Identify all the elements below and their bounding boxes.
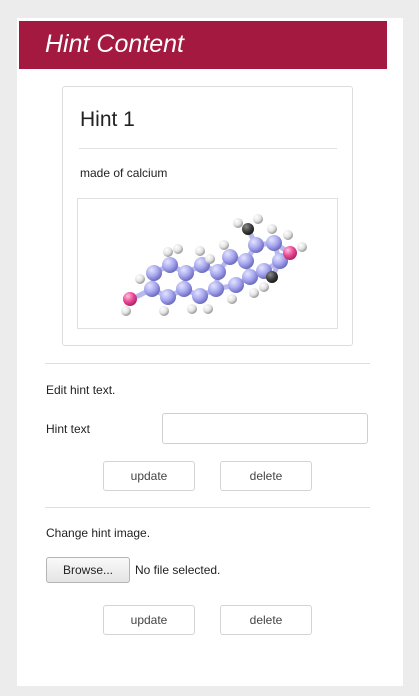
- header-bar: Hint Content: [19, 21, 387, 69]
- hint-text-input[interactable]: [162, 413, 368, 444]
- page-title: Hint Content: [45, 30, 184, 58]
- hint-image: [77, 198, 338, 329]
- molecule-image: [121, 214, 307, 316]
- browse-button[interactable]: Browse...: [46, 557, 130, 583]
- update-image-button[interactable]: update: [103, 605, 195, 635]
- edit-hint-text-heading: Edit hint text.: [46, 383, 116, 397]
- hint-divider: [79, 148, 337, 149]
- hint-title: Hint 1: [80, 108, 135, 131]
- hint-text: made of calcium: [80, 166, 168, 180]
- file-status-text: No file selected.: [135, 563, 221, 577]
- delete-text-button[interactable]: delete: [220, 461, 312, 491]
- update-text-button[interactable]: update: [103, 461, 195, 491]
- section-divider: [45, 363, 370, 364]
- hint-text-label: Hint text: [46, 422, 91, 436]
- delete-image-button[interactable]: delete: [220, 605, 312, 635]
- section-divider: [45, 507, 370, 508]
- change-hint-image-heading: Change hint image.: [46, 526, 151, 540]
- hint-card: Hint 1 made of calcium: [62, 86, 353, 346]
